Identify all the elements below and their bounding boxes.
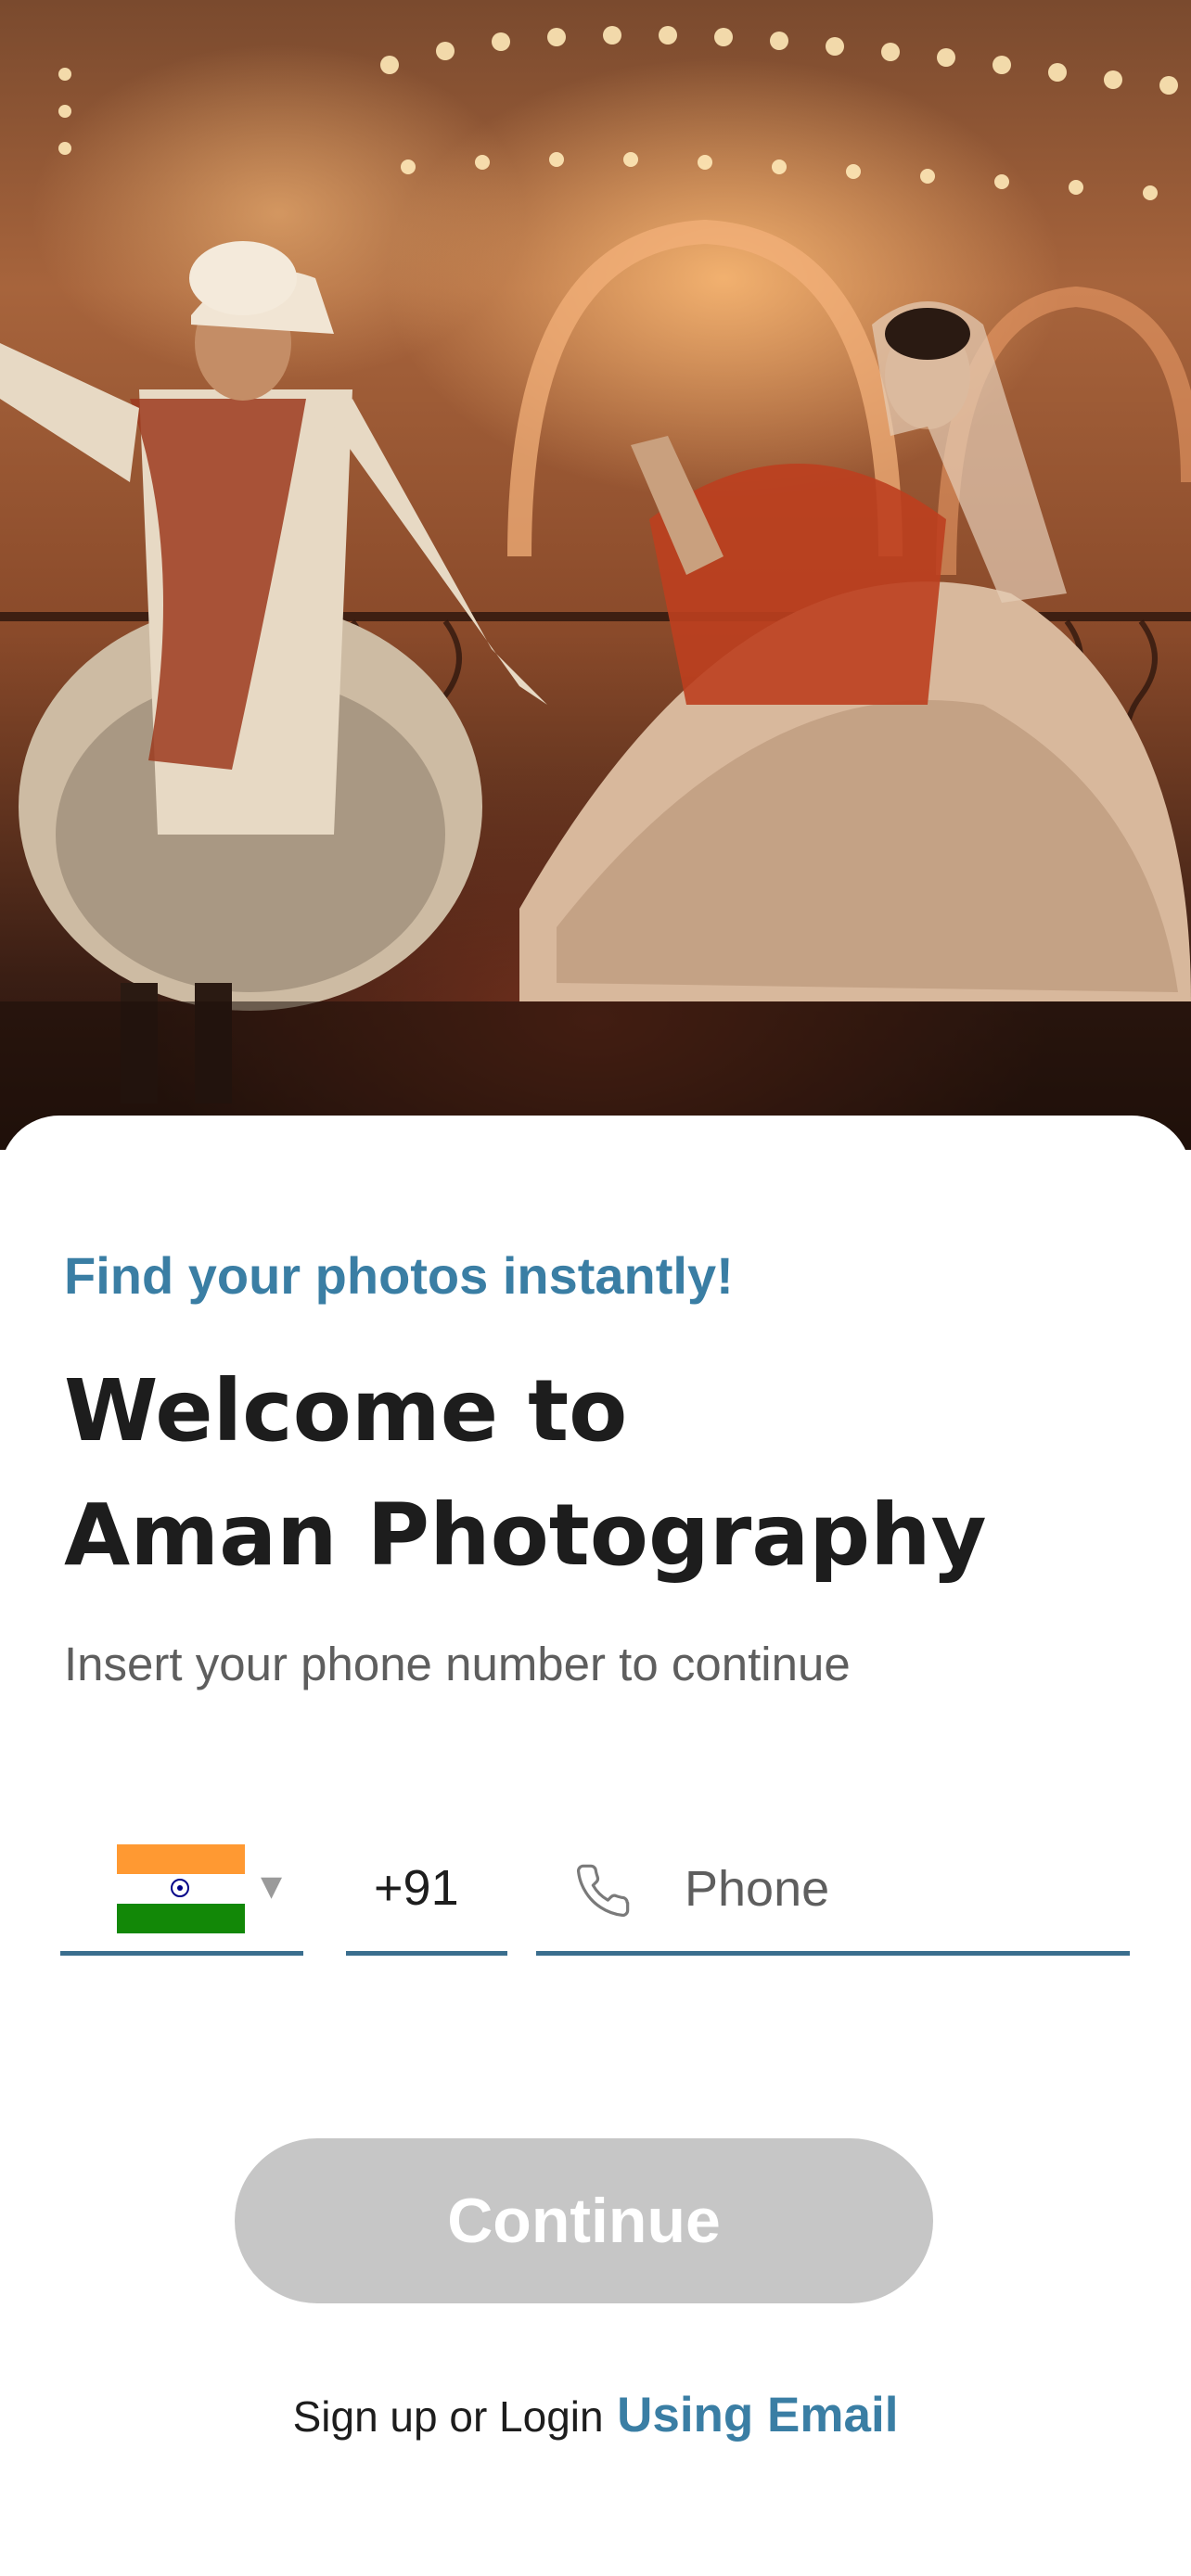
- country-code-value: +91: [374, 1860, 459, 1916]
- country-selector[interactable]: ▼: [60, 1831, 303, 1956]
- country-code-field[interactable]: +91: [346, 1831, 507, 1956]
- india-flag-icon: [117, 1844, 245, 1933]
- phone-input[interactable]: [685, 1852, 1111, 1926]
- subtitle: Insert your phone number to continue: [64, 1638, 851, 1690]
- phone-icon: [577, 1864, 630, 1917]
- welcome-heading: Welcome to Aman Photography: [64, 1349, 987, 1598]
- signup-row: Sign up or Login Using Email: [0, 2387, 1191, 2443]
- hero-illustration: [0, 26, 1191, 1150]
- signup-prefix: Sign up or Login: [292, 2392, 604, 2441]
- hero-photo: [0, 0, 1191, 1150]
- continue-button[interactable]: Continue: [235, 2138, 933, 2303]
- using-email-link[interactable]: Using Email: [617, 2388, 898, 2442]
- welcome-line-1: Welcome to: [64, 1361, 628, 1460]
- tagline: Find your photos instantly!: [64, 1246, 734, 1305]
- dropdown-caret-icon: ▼: [261, 1870, 283, 1903]
- phone-field: [536, 1831, 1130, 1956]
- welcome-line-2: Aman Photography: [64, 1486, 987, 1585]
